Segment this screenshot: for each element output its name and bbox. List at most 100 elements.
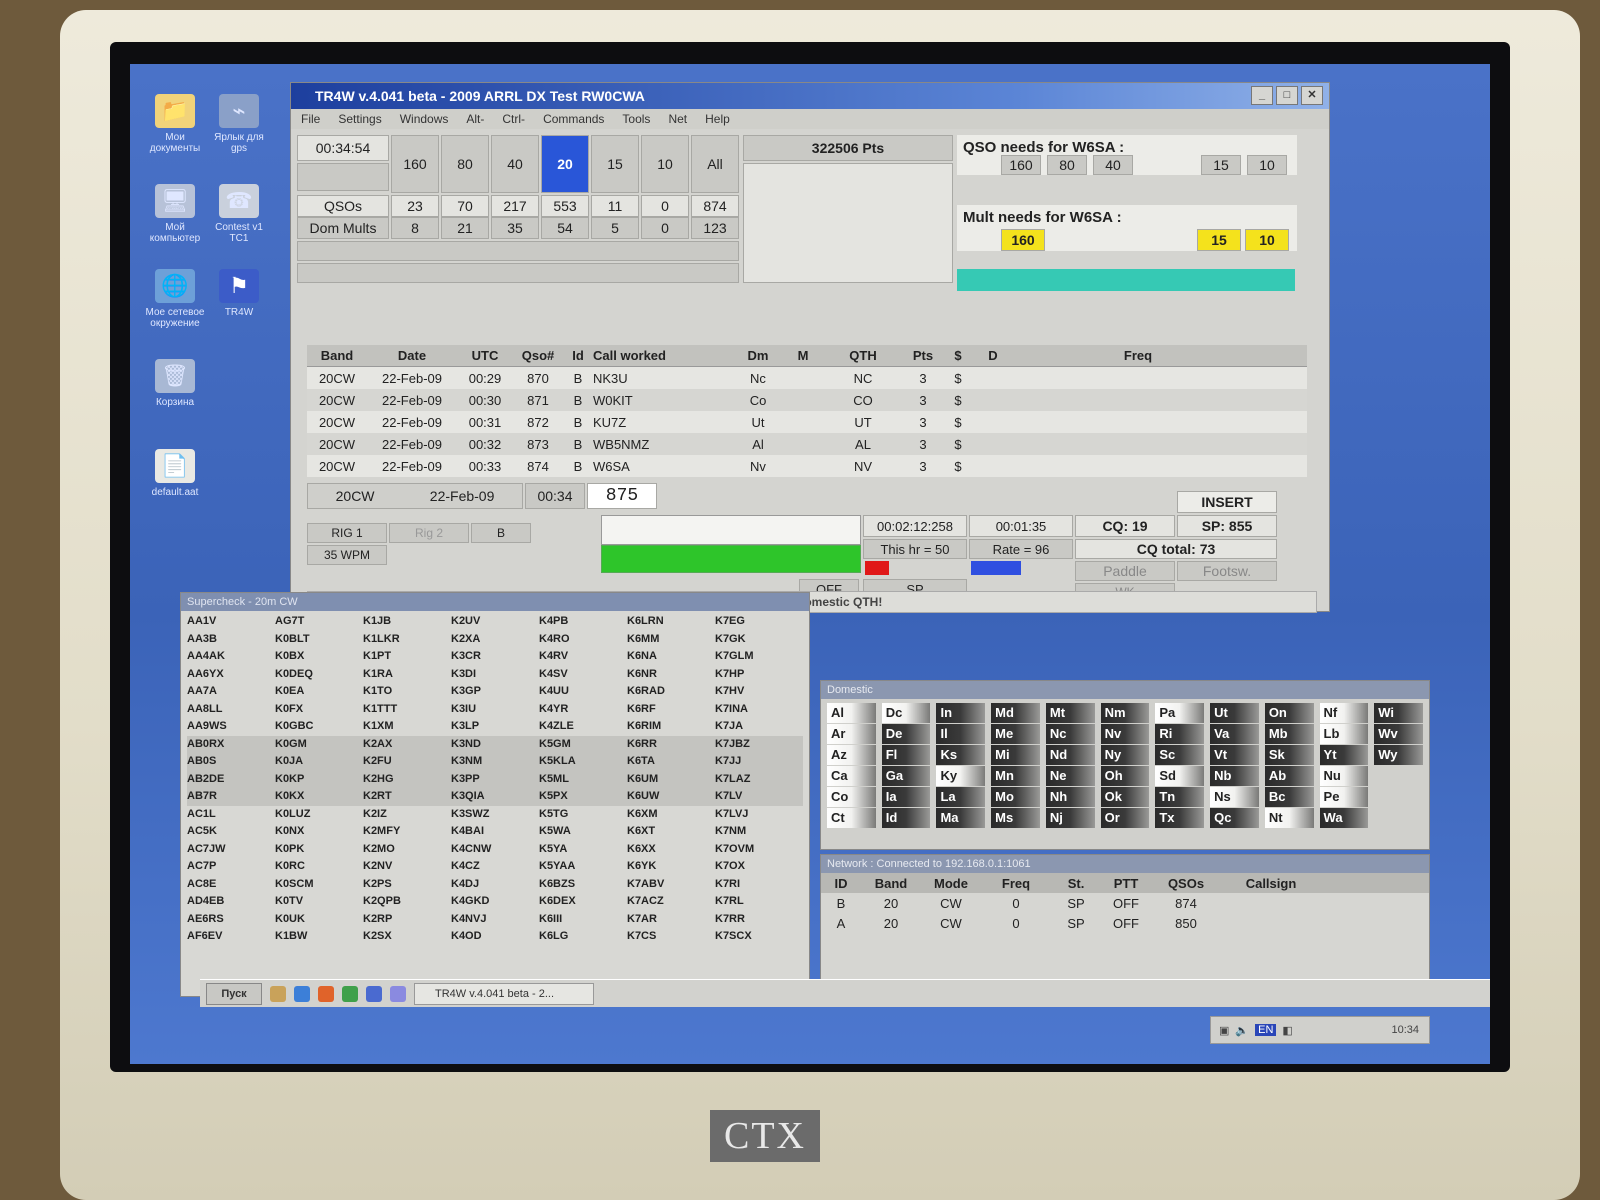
supercheck-call[interactable]: K0UK: [275, 911, 363, 929]
supercheck-call[interactable]: K0KX: [275, 788, 363, 806]
table-row[interactable]: 20CW 22-Feb-09 00:29 870 B NK3U Nc NC 3 $: [307, 367, 1307, 389]
desktop-icon-tr4w[interactable]: ⚑ TR4W: [206, 269, 272, 318]
supercheck-call[interactable]: AC5K: [187, 823, 275, 841]
domestic-mult[interactable]: Az: [827, 745, 876, 765]
domestic-mult[interactable]: Nm: [1100, 703, 1150, 723]
supercheck-call[interactable]: AD4EB: [187, 893, 275, 911]
supercheck-call[interactable]: K7JA: [715, 718, 803, 736]
domestic-mult[interactable]: Nh: [1045, 787, 1095, 807]
supercheck-call[interactable]: K1JB: [363, 613, 451, 631]
supercheck-call[interactable]: AB2DE: [187, 770, 275, 788]
supercheck-call[interactable]: K4DJ: [451, 876, 539, 894]
supercheck-call[interactable]: K7HP: [715, 666, 803, 684]
domestic-mult[interactable]: Wv: [1374, 724, 1423, 744]
tray-volume-icon[interactable]: 🔈: [1235, 1024, 1249, 1037]
domestic-mult[interactable]: Qc: [1210, 808, 1259, 828]
supercheck-call[interactable]: K2MO: [363, 841, 451, 859]
supercheck-call[interactable]: K7LVJ: [715, 806, 803, 824]
exchange-input[interactable]: [601, 545, 861, 573]
menu-net[interactable]: Net: [668, 109, 687, 129]
supercheck-call[interactable]: K5GM: [539, 735, 627, 753]
domestic-mult[interactable]: Nb: [1210, 766, 1259, 786]
domestic-mult[interactable]: Nu: [1319, 766, 1369, 786]
supercheck-call[interactable]: K6MM: [627, 631, 715, 649]
domestic-mult[interactable]: Al: [827, 703, 876, 723]
supercheck-call[interactable]: AB0S: [187, 753, 275, 771]
domestic-mult[interactable]: Wy: [1374, 745, 1423, 765]
supercheck-call[interactable]: K5YA: [539, 841, 627, 859]
supercheck-call[interactable]: K7JBZ: [715, 735, 803, 753]
domestic-mult[interactable]: Pe: [1319, 787, 1369, 807]
supercheck-call[interactable]: K1TO: [363, 683, 451, 701]
domestic-mult[interactable]: On: [1264, 703, 1314, 723]
menu-commands[interactable]: Commands: [543, 109, 604, 129]
table-row[interactable]: B 20 CW 0 SP OFF 874: [821, 893, 1429, 913]
domestic-mult[interactable]: Ns: [1210, 787, 1259, 807]
supercheck-call[interactable]: K2FU: [363, 753, 451, 771]
supercheck-call[interactable]: K4YR: [539, 701, 627, 719]
supercheck-call[interactable]: K2PS: [363, 876, 451, 894]
desktop-icon-network[interactable]: 🌐 Мое сетевое окружение: [142, 269, 208, 329]
domestic-mult[interactable]: Ar: [827, 724, 876, 744]
quicklaunch-desktop-icon[interactable]: [390, 985, 406, 1002]
supercheck-call[interactable]: K3LP: [451, 718, 539, 736]
domestic-mult[interactable]: Ga: [881, 766, 931, 786]
domestic-mult[interactable]: Fl: [881, 745, 931, 765]
supercheck-call[interactable]: K6RIM: [627, 718, 715, 736]
insert-mode[interactable]: INSERT: [1177, 491, 1277, 513]
supercheck-call[interactable]: K1XM: [363, 718, 451, 736]
supercheck-call[interactable]: K6NA: [627, 648, 715, 666]
supercheck-call[interactable]: K2XA: [451, 631, 539, 649]
supercheck-call[interactable]: K5TG: [539, 806, 627, 824]
table-row[interactable]: 20CW 22-Feb-09 00:31 872 B KU7Z Ut UT 3 $: [307, 411, 1307, 433]
start-button[interactable]: Пуск: [206, 982, 262, 1005]
supercheck-call[interactable]: AC7P: [187, 858, 275, 876]
domestic-mult[interactable]: Nv: [1100, 724, 1150, 744]
supercheck-call[interactable]: K7ACZ: [627, 893, 715, 911]
domestic-mult[interactable]: Bc: [1264, 787, 1314, 807]
supercheck-call[interactable]: K7RI: [715, 876, 803, 894]
supercheck-call[interactable]: K6BZS: [539, 876, 627, 894]
supercheck-call[interactable]: K7RR: [715, 911, 803, 929]
desktop-icon-recycle-bin[interactable]: 🗑 Корзина: [142, 359, 208, 408]
domestic-mult[interactable]: Va: [1210, 724, 1259, 744]
supercheck-call[interactable]: K7EG: [715, 613, 803, 631]
domestic-mult[interactable]: Mi: [991, 745, 1040, 765]
supercheck-call[interactable]: K2MFY: [363, 823, 451, 841]
supercheck-call[interactable]: K7AR: [627, 911, 715, 929]
domestic-mult[interactable]: Sd: [1155, 766, 1205, 786]
supercheck-call[interactable]: K3QIA: [451, 788, 539, 806]
desktop-icon-my-computer[interactable]: 🖥 Мой компьютер: [142, 184, 208, 244]
supercheck-call[interactable]: K4GKD: [451, 893, 539, 911]
supercheck-call[interactable]: K2IZ: [363, 806, 451, 824]
supercheck-call[interactable]: AA1V: [187, 613, 275, 631]
domestic-mult[interactable]: Nt: [1264, 808, 1314, 828]
minimize-button[interactable]: _: [1251, 86, 1273, 105]
supercheck-call[interactable]: AA4AK: [187, 648, 275, 666]
domestic-mult[interactable]: Ct: [827, 808, 876, 828]
rig2-button[interactable]: Rig 2: [389, 523, 469, 543]
quicklaunch-browser-icon[interactable]: [294, 985, 310, 1002]
supercheck-call[interactable]: K6RF: [627, 701, 715, 719]
supercheck-call[interactable]: K4NVJ: [451, 911, 539, 929]
desktop-icon-my-documents[interactable]: 📁 Мои документы: [142, 94, 208, 154]
supercheck-call[interactable]: AB7R: [187, 788, 275, 806]
band-15[interactable]: 15: [591, 135, 639, 193]
domestic-mult[interactable]: Ca: [827, 766, 876, 786]
supercheck-call[interactable]: K7INA: [715, 701, 803, 719]
supercheck-call[interactable]: K4RV: [539, 648, 627, 666]
supercheck-call[interactable]: K2NV: [363, 858, 451, 876]
supercheck-call[interactable]: K6XM: [627, 806, 715, 824]
domestic-mult[interactable]: Ok: [1100, 787, 1150, 807]
window-titlebar[interactable]: TR4W v.4.041 beta - 2009 ARRL DX Test RW…: [291, 83, 1329, 109]
supercheck-call[interactable]: K4ZLE: [539, 718, 627, 736]
supercheck-call[interactable]: K7GLM: [715, 648, 803, 666]
table-row[interactable]: 20CW 22-Feb-09 00:33 874 B W6SA Nv NV 3 $: [307, 455, 1307, 477]
domestic-mult[interactable]: Co: [827, 787, 876, 807]
domestic-mult[interactable]: Or: [1100, 808, 1150, 828]
supercheck-call[interactable]: K0PK: [275, 841, 363, 859]
supercheck-call[interactable]: K7ABV: [627, 876, 715, 894]
supercheck-call[interactable]: K6XT: [627, 823, 715, 841]
supercheck-call[interactable]: K3PP: [451, 770, 539, 788]
supercheck-call[interactable]: K5WA: [539, 823, 627, 841]
